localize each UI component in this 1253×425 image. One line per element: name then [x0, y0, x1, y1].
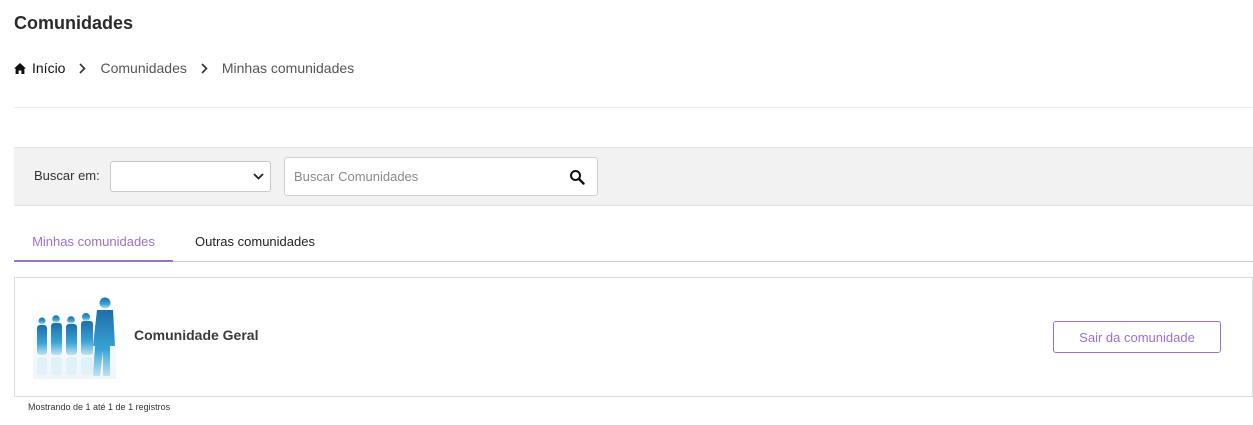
community-tabs: Minhas comunidades Outras comunidades: [14, 223, 1253, 262]
search-button[interactable]: [569, 169, 585, 185]
leave-community-button[interactable]: Sair da comunidade: [1053, 321, 1221, 353]
chevron-down-icon: [253, 173, 264, 180]
page-title: Comunidades: [14, 13, 134, 33]
chevron-right-icon: [201, 62, 208, 74]
pagination-info: Mostrando de 1 até 1 de 1 registros: [28, 402, 171, 412]
breadcrumb: Início Comunidades Minhas comunidades: [14, 59, 354, 77]
search-icon: [570, 170, 585, 185]
tab-outras-comunidades[interactable]: Outras comunidades: [173, 223, 337, 262]
search-input[interactable]: [285, 158, 555, 195]
home-icon: [14, 62, 26, 74]
header-divider: [14, 107, 1253, 108]
tab-minhas-comunidades[interactable]: Minhas comunidades: [14, 223, 173, 262]
filter-bar: Buscar em:: [14, 147, 1253, 206]
breadcrumb-home-link[interactable]: Início: [14, 60, 65, 76]
search-box: [284, 157, 598, 196]
breadcrumb-item-comunidades[interactable]: Comunidades: [100, 60, 186, 76]
breadcrumb-home-label: Início: [32, 60, 66, 76]
breadcrumb-item-current: Minhas comunidades: [221, 60, 355, 76]
search-scope-label: Buscar em:: [34, 168, 100, 183]
community-image: [33, 296, 116, 379]
chevron-right-icon: [79, 62, 87, 74]
community-name[interactable]: Comunidade Geral: [134, 327, 258, 343]
search-scope-select[interactable]: [110, 161, 271, 192]
community-card: Comunidade Geral Sair da comunidade: [14, 277, 1253, 397]
